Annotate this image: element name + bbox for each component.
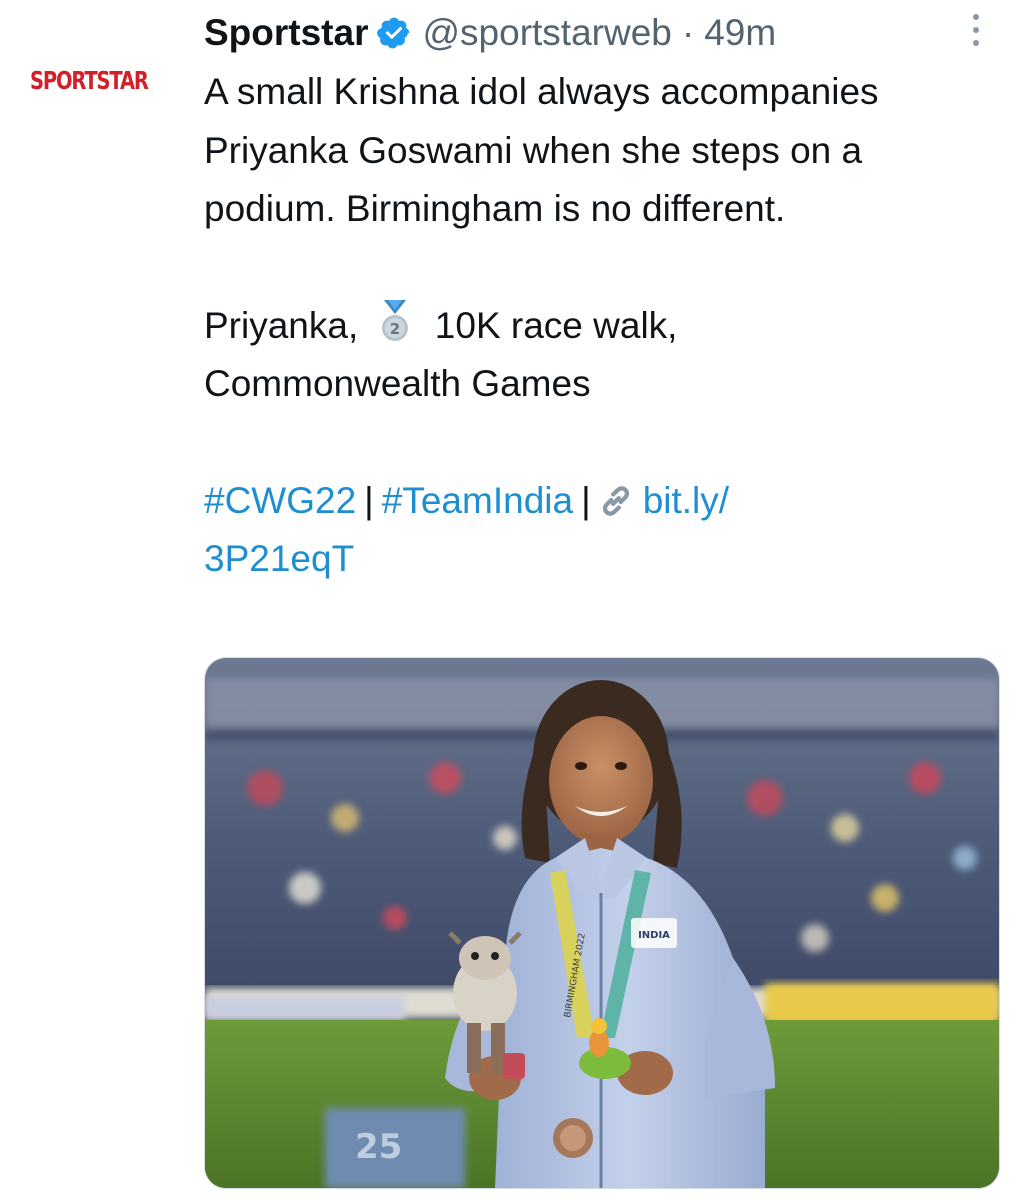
- medal-number: 2: [389, 320, 399, 338]
- tweet-line-prefix: Priyanka,: [204, 304, 359, 346]
- author-handle[interactable]: @sportstarweb: [422, 12, 671, 54]
- tweet-card[interactable]: SPORTSTAR Sportstar @sportstarweb · 49m …: [0, 0, 1030, 1200]
- scoreboard-number: 25: [355, 1127, 402, 1167]
- short-link-part1[interactable]: bit.ly/: [643, 480, 729, 521]
- tweet-paragraph-3: #CWG22 | #TeamIndia | bit.ly/ 3P21eqT: [204, 472, 994, 589]
- tweet-paragraph-1: A small Krishna idol always accompanies …: [204, 71, 879, 229]
- short-link-part2[interactable]: 3P21eqT: [204, 538, 354, 579]
- sportstar-logo: SPORTSTAR: [30, 65, 149, 95]
- hashtag-separator: |: [364, 479, 374, 521]
- tweet-body: A small Krishna idol always accompanies …: [204, 63, 994, 589]
- more-options-icon[interactable]: [966, 10, 986, 50]
- tweet-paragraph-2: Priyanka, 2 10K race walk, Commonwealth …: [204, 297, 994, 414]
- link-separator: |: [581, 479, 591, 521]
- tweet-line-games: Commonwealth Games: [204, 363, 591, 404]
- verified-badge-icon: [377, 17, 410, 49]
- tweet-line-suffix: 10K race walk,: [434, 304, 678, 346]
- tweet-photo[interactable]: 25 BIRMINGHAM 2022 INDIA: [204, 657, 1000, 1189]
- author-display-name[interactable]: Sportstar: [204, 12, 368, 54]
- tweet-timestamp[interactable]: 49m: [704, 12, 776, 54]
- athlete-podium-photo: 25 BIRMINGHAM 2022 INDIA: [205, 658, 999, 1188]
- hashtag-teamindia[interactable]: #TeamIndia: [382, 480, 573, 521]
- author-avatar[interactable]: SPORTSTAR: [30, 60, 180, 100]
- tweet-header: Sportstar @sportstarweb · 49m: [204, 8, 776, 58]
- second-place-medal-icon: 2: [381, 299, 408, 341]
- hashtag-cwg22[interactable]: #CWG22: [204, 480, 356, 521]
- header-separator: ·: [681, 12, 695, 53]
- link-icon: [602, 485, 629, 516]
- jacket-india-text: INDIA: [638, 930, 670, 941]
